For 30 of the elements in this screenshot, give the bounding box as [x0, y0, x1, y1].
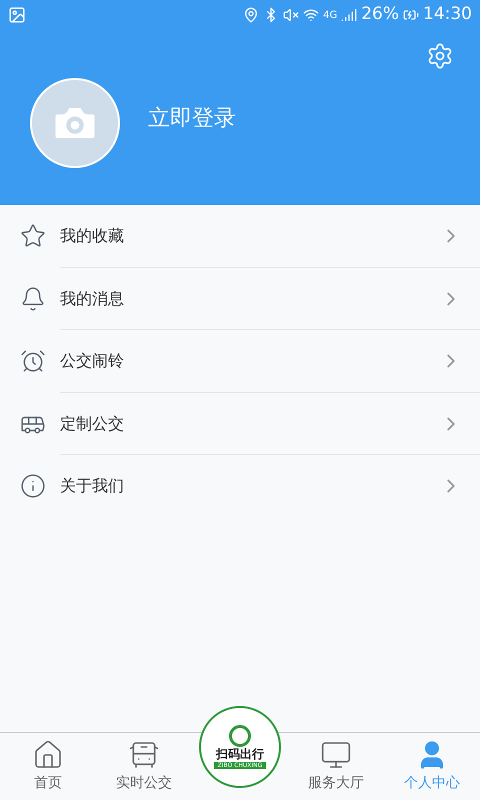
alarm-icon [20, 348, 46, 374]
menu-label: 关于我们 [60, 475, 124, 498]
settings-icon[interactable] [426, 42, 454, 70]
network-type: 4G [323, 8, 338, 22]
battery-percent: 26% [361, 3, 399, 26]
menu-item[interactable]: 公交闹铃 [0, 330, 480, 392]
menu-label: 公交闹铃 [60, 350, 124, 372]
menu-label: 我的消息 [60, 288, 124, 310]
menu-item[interactable]: 我的收藏 [0, 205, 480, 268]
tab[interactable]: 服务大厅 [288, 733, 384, 800]
scan-label: 扫码出行 [216, 746, 264, 762]
home-icon [32, 739, 64, 771]
bell-icon [20, 286, 46, 312]
gallery-icon [8, 6, 26, 24]
location-icon [243, 7, 260, 23]
wifi-icon [303, 7, 320, 23]
logo-icon [227, 724, 253, 747]
menu-item[interactable]: 关于我们 [0, 455, 480, 518]
menu-item[interactable]: 定制公交 [0, 392, 480, 455]
star-icon [20, 223, 46, 250]
info-icon [20, 473, 46, 500]
monitor-icon [320, 739, 352, 771]
menu-item[interactable]: 我的消息 [0, 268, 480, 330]
mute-icon [283, 7, 300, 23]
clock: 14:30 [423, 3, 472, 26]
tab[interactable]: 实时公交 [96, 733, 192, 800]
tab[interactable]: 首页 [0, 733, 96, 800]
menu-label: 定制公交 [60, 412, 124, 435]
signal-icon [341, 7, 358, 23]
menu-label: 我的收藏 [60, 225, 124, 248]
